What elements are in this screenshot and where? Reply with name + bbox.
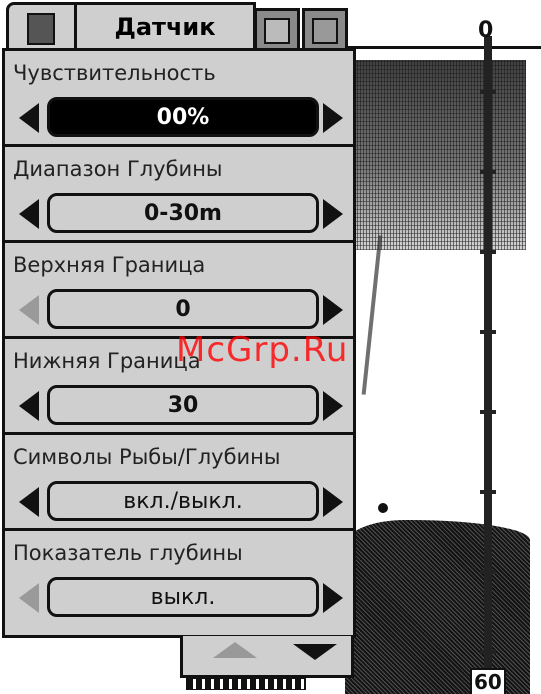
menu-item-label: Верхняя Граница [13,253,206,277]
menu-item-upper-limit[interactable]: Верхняя Граница 0 [5,243,353,339]
menu-item-label: Показатель глубины [13,541,243,565]
value-field[interactable]: вкл./выкл. [47,481,319,521]
menu-item-depth-indicator[interactable]: Показатель глубины выкл. [5,531,353,627]
fish-echo [378,503,388,513]
sonar-tab-icon[interactable] [6,2,80,49]
increase-arrow-icon[interactable] [323,103,343,133]
menu-item-depth-range[interactable]: Диапазон Глубины 0-30m [5,147,353,243]
increase-arrow-icon[interactable] [323,583,343,613]
value-field[interactable]: 00% [47,97,319,137]
scroll-down-icon[interactable] [293,644,337,660]
menu-item-label: Символы Рыбы/Глубины [13,445,281,469]
value-field[interactable]: 0 [47,289,319,329]
value-field[interactable]: 30 [47,385,319,425]
menu-item-label: Диапазон Глубины [13,157,223,181]
menu-item-fish-symbols[interactable]: Символы Рыбы/Глубины вкл./выкл. [5,435,353,531]
menu-item-label: Нижняя Граница [13,349,201,373]
depth-tick [480,90,496,94]
menu-title[interactable]: Датчик [74,2,256,49]
menu-tab-bar: Датчик [2,0,354,51]
menu-scroll-control [180,636,354,678]
depth-tick [480,570,496,574]
depth-tick [480,410,496,414]
increase-arrow-icon[interactable] [323,487,343,517]
decrease-arrow-icon[interactable] [19,103,39,133]
value-field[interactable]: 0-30m [47,193,319,233]
depth-bottom-label: 60 [470,668,506,694]
increase-arrow-icon[interactable] [323,295,343,325]
decrease-arrow-icon[interactable] [19,391,39,421]
scroll-indicator [186,678,306,690]
decrease-arrow-icon[interactable] [19,199,39,229]
menu-item-sensitivity[interactable]: Чувствительность 00% [5,51,353,147]
increase-arrow-icon[interactable] [323,199,343,229]
value-field[interactable]: выкл. [47,577,319,617]
depth-scale [484,36,492,686]
thermocline-trace [361,235,383,395]
sonar-screen: 0 60 Датчик Чувствительность 00% Диапазо… [0,0,541,694]
depth-top-label: 0 [478,18,494,43]
surface-line [340,46,541,49]
scroll-up-icon[interactable] [213,642,257,658]
menu-item-label: Чувствительность [13,61,216,85]
watermark: McGrp.Ru [176,330,349,370]
surface-clutter [348,60,526,250]
decrease-arrow-icon[interactable] [19,583,39,613]
depth-tick [480,490,496,494]
settings-tab-icon[interactable] [302,8,348,51]
depth-tick [480,250,496,254]
depth-tick [480,170,496,174]
increase-arrow-icon[interactable] [323,391,343,421]
decrease-arrow-icon[interactable] [19,295,39,325]
decrease-arrow-icon[interactable] [19,487,39,517]
depth-tick [480,650,496,654]
depth-tick [480,330,496,334]
chart-tab-icon[interactable] [254,8,300,51]
